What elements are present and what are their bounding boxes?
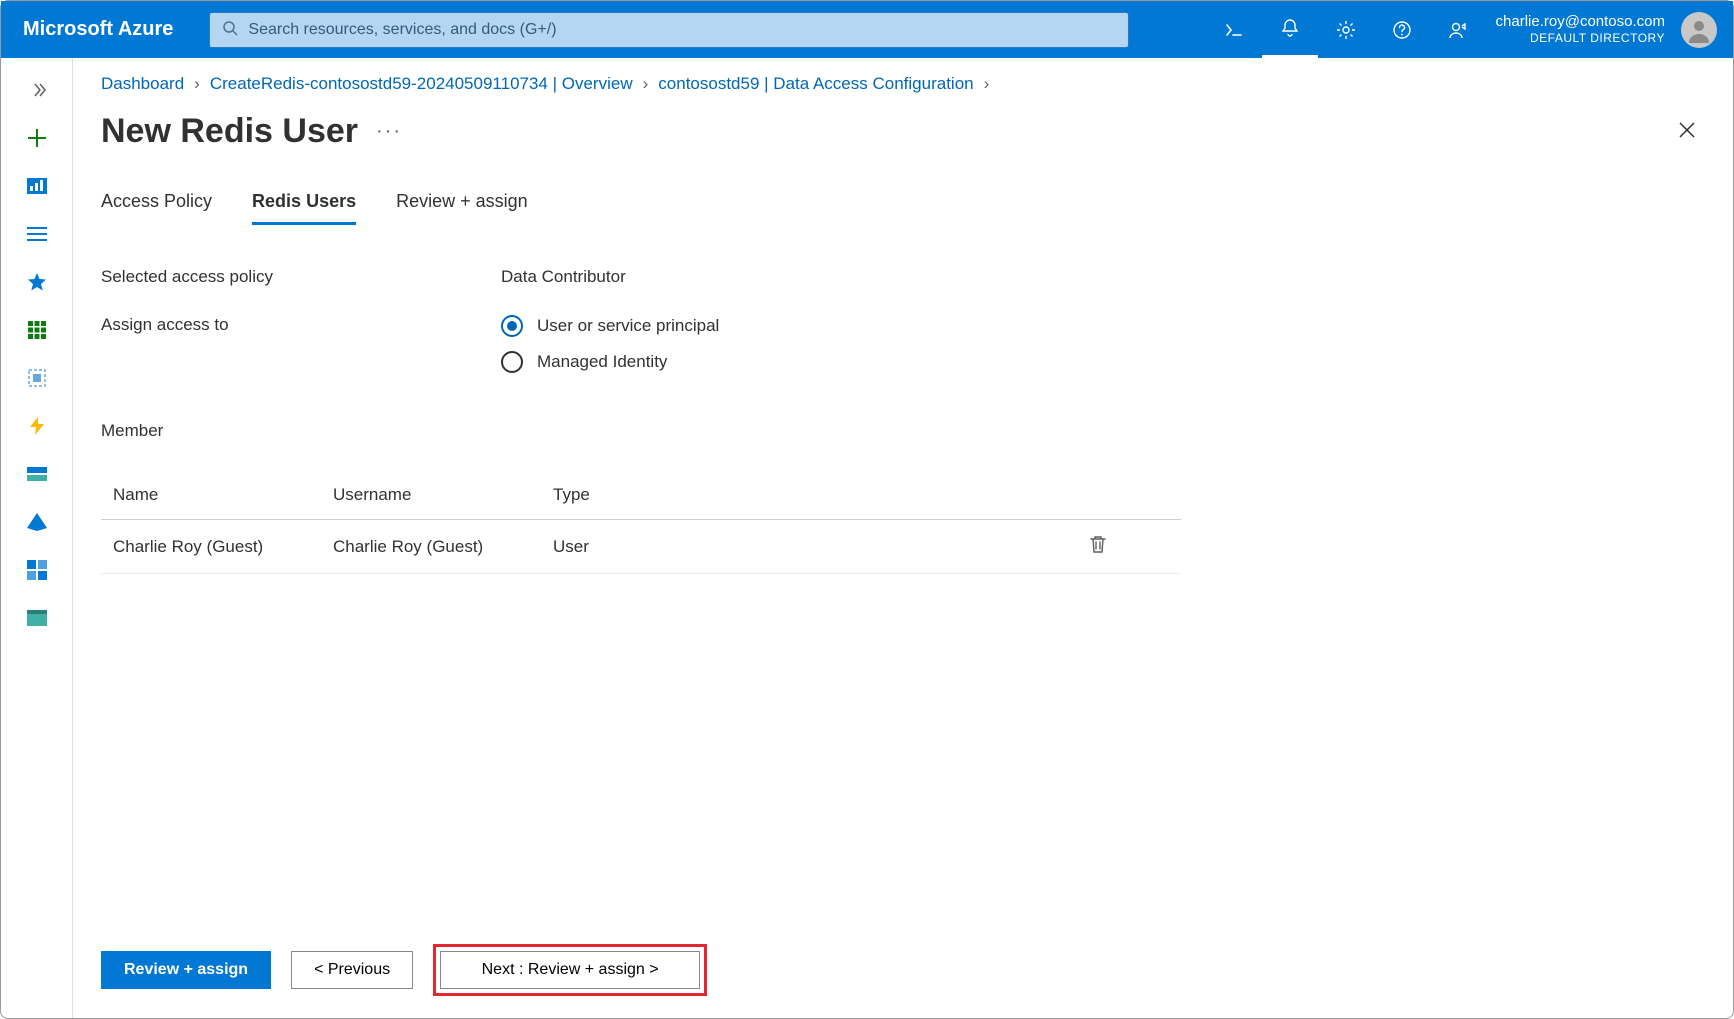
feedback-icon[interactable]	[1430, 1, 1486, 58]
resource-groups-icon[interactable]	[13, 354, 61, 402]
settings-icon[interactable]	[1318, 1, 1374, 58]
account-info[interactable]: charlie.roy@contoso.com DEFAULT DIRECTOR…	[1486, 13, 1675, 45]
expand-menu-icon[interactable]	[13, 66, 61, 114]
cell-type: User	[553, 537, 773, 557]
tab-redis-users[interactable]: Redis Users	[252, 191, 356, 225]
page-title-row: New Redis User ···	[101, 112, 1705, 151]
avatar[interactable]	[1681, 12, 1717, 48]
radio-managed-identity[interactable]: Managed Identity	[501, 351, 1061, 373]
breadcrumb-item[interactable]: contosostd59 | Data Access Configuration	[658, 74, 973, 94]
global-search[interactable]	[209, 12, 1129, 48]
review-assign-button[interactable]: Review + assign	[101, 951, 271, 989]
footer-actions: Review + assign < Previous Next : Review…	[101, 944, 707, 996]
radio-label: User or service principal	[537, 316, 719, 336]
brand-logo[interactable]: Microsoft Azure	[23, 18, 173, 41]
notifications-icon[interactable]	[1262, 1, 1318, 58]
account-directory: DEFAULT DIRECTORY	[1530, 31, 1665, 45]
member-table: Name Username Type Charlie Roy (Guest) C…	[101, 471, 1181, 574]
radio-user-principal[interactable]: User or service principal	[501, 315, 1061, 337]
cell-username: Charlie Roy (Guest)	[333, 537, 553, 557]
left-nav-rail	[1, 58, 73, 1018]
tab-access-policy[interactable]: Access Policy	[101, 191, 212, 225]
main-content: Dashboard › CreateRedis-contosostd59-202…	[73, 58, 1733, 1018]
dashboard-icon[interactable]	[13, 162, 61, 210]
breadcrumb: Dashboard › CreateRedis-contosostd59-202…	[101, 74, 1705, 94]
form-block: Selected access policy Data Contributor …	[101, 267, 1061, 373]
chevron-right-icon: ›	[984, 74, 990, 94]
radio-icon	[501, 351, 523, 373]
assign-access-radio-group: User or service principal Managed Identi…	[501, 315, 1061, 373]
col-type: Type	[553, 485, 773, 505]
favorites-icon[interactable]	[13, 258, 61, 306]
cloud-shell-icon[interactable]	[1206, 1, 1262, 58]
tab-review-assign[interactable]: Review + assign	[396, 191, 528, 225]
azure-ad-icon[interactable]	[13, 498, 61, 546]
breadcrumb-item[interactable]: CreateRedis-contosostd59-20240509110734 …	[210, 74, 633, 94]
all-services-icon[interactable]	[13, 210, 61, 258]
virtual-machines-icon[interactable]	[13, 546, 61, 594]
page-title: New Redis User	[101, 112, 358, 151]
help-icon[interactable]	[1374, 1, 1430, 58]
search-wrap	[209, 12, 1129, 48]
radio-icon	[501, 315, 523, 337]
top-icons: charlie.roy@contoso.com DEFAULT DIRECTOR…	[1206, 1, 1723, 58]
delete-row-icon[interactable]	[1089, 534, 1169, 559]
table-row: Charlie Roy (Guest) Charlie Roy (Guest) …	[101, 520, 1181, 574]
radio-label: Managed Identity	[537, 352, 667, 372]
cell-name: Charlie Roy (Guest)	[113, 537, 333, 557]
search-icon	[222, 20, 238, 39]
all-resources-icon[interactable]	[13, 306, 61, 354]
create-resource-icon[interactable]	[13, 114, 61, 162]
account-email: charlie.roy@contoso.com	[1496, 13, 1665, 31]
storage-icon[interactable]	[13, 594, 61, 642]
previous-button[interactable]: < Previous	[291, 951, 413, 989]
search-input[interactable]	[248, 21, 1116, 39]
col-name: Name	[113, 485, 333, 505]
close-icon[interactable]	[1669, 112, 1705, 151]
chevron-right-icon: ›	[643, 74, 649, 94]
selected-policy-value: Data Contributor	[501, 267, 1061, 287]
assign-access-label: Assign access to	[101, 315, 501, 373]
functions-icon[interactable]	[13, 402, 61, 450]
more-actions-icon[interactable]: ···	[376, 120, 402, 143]
selected-policy-label: Selected access policy	[101, 267, 501, 287]
col-username: Username	[333, 485, 553, 505]
breadcrumb-item[interactable]: Dashboard	[101, 74, 184, 94]
next-review-assign-button[interactable]: Next : Review + assign >	[440, 951, 700, 989]
top-bar: Microsoft Azure charlie.roy@contoso.com …	[1, 1, 1733, 58]
sql-icon[interactable]	[13, 450, 61, 498]
table-header: Name Username Type	[101, 471, 1181, 520]
member-section-label: Member	[101, 421, 1705, 441]
tab-bar: Access Policy Redis Users Review + assig…	[101, 191, 1705, 225]
chevron-right-icon: ›	[194, 74, 200, 94]
highlight-next: Next : Review + assign >	[433, 944, 707, 996]
